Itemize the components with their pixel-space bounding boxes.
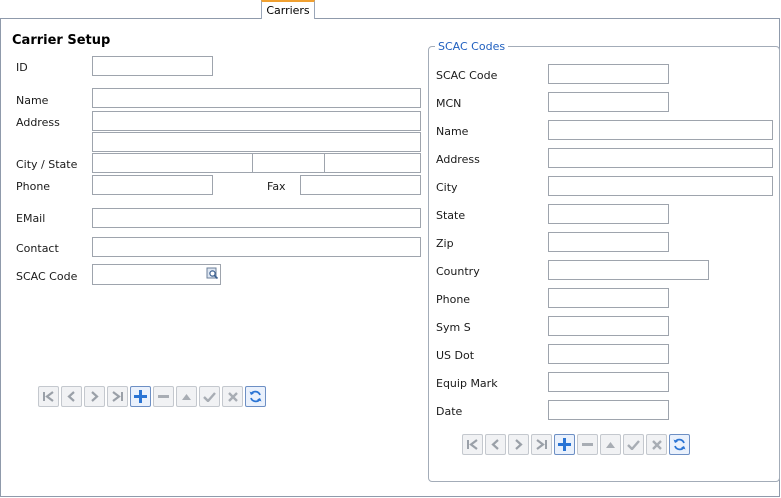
scac-cancel-edit-button[interactable] <box>646 434 667 455</box>
delete-record-button[interactable] <box>153 386 174 407</box>
id-field[interactable] <box>92 56 213 76</box>
scac-city-label: City <box>436 181 458 194</box>
address-label: Address <box>16 116 60 129</box>
scac-refresh-button[interactable] <box>669 434 690 455</box>
scac-navigator <box>462 434 690 455</box>
city-field[interactable] <box>92 153 253 173</box>
scac-code-label: SCAC Code <box>16 270 78 283</box>
carrier-navigator <box>38 386 266 407</box>
scac-zip-label: Zip <box>436 237 454 250</box>
next-record-button[interactable] <box>84 386 105 407</box>
name-field[interactable] <box>92 88 421 108</box>
scac-first-record-button[interactable] <box>462 434 483 455</box>
scac-date-label: Date <box>436 405 463 418</box>
scac-last-record-button[interactable] <box>531 434 552 455</box>
previous-record-button[interactable] <box>61 386 82 407</box>
refresh-button[interactable] <box>245 386 266 407</box>
contact-label: Contact <box>16 242 59 255</box>
scac-name-field[interactable] <box>548 120 773 140</box>
scac-mcn-field[interactable] <box>548 92 669 112</box>
scac-us-dot-field[interactable] <box>548 344 669 364</box>
zip-field[interactable] <box>324 153 421 173</box>
plus-icon <box>558 438 571 451</box>
scac-equip-mark-label: Equip Mark <box>436 377 498 390</box>
address-line1-field[interactable] <box>92 111 421 131</box>
address-line2-field[interactable] <box>92 132 421 152</box>
last-record-button[interactable] <box>107 386 128 407</box>
scac-date-field[interactable] <box>548 400 669 420</box>
name-label: Name <box>16 94 49 107</box>
page-title: Carrier Setup <box>12 33 111 48</box>
contact-field[interactable] <box>92 237 421 257</box>
scac-edit-record-button[interactable] <box>600 434 621 455</box>
city-state-label: City / State <box>16 158 78 171</box>
scac-phone-label: Phone <box>436 293 471 306</box>
id-label: ID <box>16 61 28 74</box>
chevron-left-icon <box>491 439 499 450</box>
scac-sym-s-label: Sym S <box>436 321 471 334</box>
fax-field[interactable] <box>300 175 421 195</box>
edit-record-button[interactable] <box>176 386 197 407</box>
refresh-icon <box>249 390 262 403</box>
scac-phone-field[interactable] <box>548 288 669 308</box>
check-icon <box>627 440 640 450</box>
phone-label: Phone <box>16 180 51 193</box>
tab-carriers[interactable]: Carriers <box>261 0 315 19</box>
scac-add-record-button[interactable] <box>554 434 575 455</box>
scac-zip-field[interactable] <box>548 232 669 252</box>
scac-delete-record-button[interactable] <box>577 434 598 455</box>
first-icon <box>43 391 54 402</box>
post-record-button[interactable] <box>199 386 220 407</box>
plus-icon <box>134 390 147 403</box>
scac-name-label: Name <box>436 125 469 138</box>
minus-icon <box>582 443 593 446</box>
scac-address-label: Address <box>436 153 480 166</box>
scac-country-label: Country <box>436 265 480 278</box>
first-icon <box>467 439 478 450</box>
scac-state-label: State <box>436 209 466 222</box>
minus-icon <box>158 395 169 398</box>
scac-address-field[interactable] <box>548 148 773 168</box>
chevron-right-icon <box>91 391 99 402</box>
cancel-edit-button[interactable] <box>222 386 243 407</box>
scac-scac-code-label: SCAC Code <box>436 69 498 82</box>
tab-joint <box>262 18 314 20</box>
triangle-up-icon <box>606 442 615 448</box>
add-record-button[interactable] <box>130 386 151 407</box>
email-label: EMail <box>16 212 46 225</box>
chevron-left-icon <box>67 391 75 402</box>
close-icon <box>227 391 238 402</box>
scac-state-field[interactable] <box>548 204 669 224</box>
email-field[interactable] <box>92 208 421 228</box>
state-field[interactable] <box>252 153 325 173</box>
scac-code-lookup <box>92 264 221 285</box>
scac-country-field[interactable] <box>548 260 709 280</box>
check-icon <box>203 392 216 402</box>
scac-next-record-button[interactable] <box>508 434 529 455</box>
scac-scac-code-field[interactable] <box>548 64 669 84</box>
last-icon <box>536 439 547 450</box>
refresh-icon <box>673 438 686 451</box>
scac-city-field[interactable] <box>548 176 773 196</box>
scac-code-lookup-input[interactable] <box>92 264 221 285</box>
chevron-right-icon <box>515 439 523 450</box>
triangle-up-icon <box>182 394 191 400</box>
search-icon[interactable] <box>205 266 219 280</box>
last-icon <box>112 391 123 402</box>
first-record-button[interactable] <box>38 386 59 407</box>
scac-equip-mark-field[interactable] <box>548 372 669 392</box>
scac-us-dot-label: US Dot <box>436 349 475 362</box>
close-icon <box>651 439 662 450</box>
scac-post-record-button[interactable] <box>623 434 644 455</box>
scac-previous-record-button[interactable] <box>485 434 506 455</box>
scac-sym-s-field[interactable] <box>548 316 669 336</box>
scac-codes-group-title: SCAC Codes <box>435 40 509 53</box>
phone-field[interactable] <box>92 175 213 195</box>
scac-mcn-label: MCN <box>436 97 462 110</box>
fax-label: Fax <box>267 180 286 193</box>
